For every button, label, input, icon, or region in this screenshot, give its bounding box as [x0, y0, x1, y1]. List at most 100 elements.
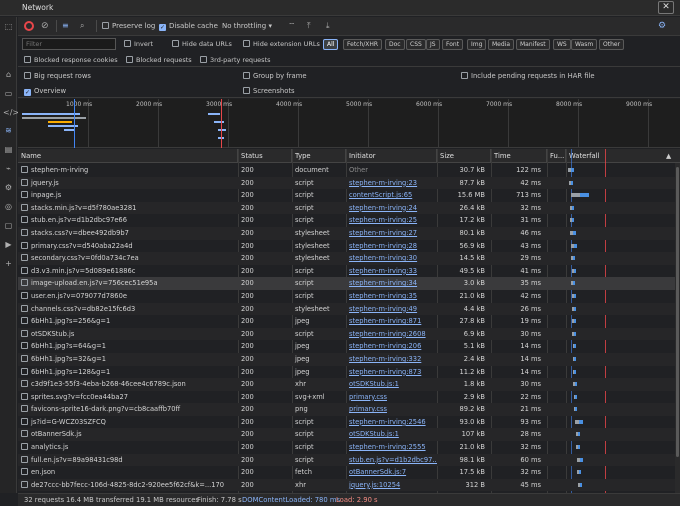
request-initiator[interactable]: jquery.js:10254	[346, 479, 437, 492]
table-row[interactable]: otBannerSdk.js 200 script otSDKStub.js:1 107…	[18, 428, 680, 442]
col-fulfilled[interactable]: Fu...	[547, 149, 566, 163]
table-scrollbar[interactable]	[675, 163, 680, 493]
hide-ext-urls-checkbox[interactable]: Hide extension URLs	[243, 39, 320, 50]
request-initiator[interactable]: stephen-m-irving:23	[346, 177, 437, 190]
col-name[interactable]: Name	[18, 149, 238, 163]
table-row[interactable]: stacks.min.js?v=d5f780ae3281 200 script ste…	[18, 201, 680, 215]
application-icon[interactable]: ◎	[3, 201, 14, 212]
request-initiator[interactable]: stephen-m-irving:34	[346, 277, 437, 290]
lighthouse-icon[interactable]: ▶	[3, 239, 14, 250]
invert-checkbox[interactable]: Invert	[124, 39, 153, 50]
gear-icon[interactable]: ⚙	[658, 20, 666, 32]
table-row[interactable]: 6bHh1.jpg?s=64&g=1 200 jpeg stephen-m-irvin…	[18, 340, 680, 353]
gear-icon[interactable]: ⚙	[3, 182, 14, 193]
request-initiator[interactable]: stephen-m-irving:2546	[346, 416, 437, 429]
request-initiator[interactable]: stephen-m-irving:49	[346, 303, 437, 316]
type-filter-wasm[interactable]: Wasm	[571, 39, 598, 50]
type-filter-all[interactable]: All	[323, 39, 339, 50]
record-button[interactable]	[24, 21, 34, 31]
request-initiator[interactable]: stephen-m-irving:27	[346, 227, 437, 240]
table-row[interactable]: sprites.svg?v=fcc0ea44ba27 200 svg+xml prim…	[18, 391, 680, 404]
type-filter-css[interactable]: CSS	[406, 39, 426, 50]
request-initiator[interactable]: stephen-m-irving:28	[346, 240, 437, 253]
type-filter-js[interactable]: JS	[426, 39, 440, 50]
console-icon[interactable]: ▭	[3, 88, 14, 99]
overview-timeline[interactable]: 1000 ms 2000 ms 3000 ms 4000 ms 5000 ms 6000 …	[18, 99, 680, 148]
sources-icon[interactable]: </>	[3, 107, 19, 118]
request-initiator[interactable]: stephen-m-irving:24	[346, 202, 437, 215]
type-filter-font[interactable]: Font	[442, 39, 464, 50]
scrollbar-thumb[interactable]	[676, 167, 679, 457]
more-tools-icon[interactable]: +	[3, 258, 14, 269]
type-filter-img[interactable]: Img	[467, 39, 487, 50]
request-initiator[interactable]: stephen-m-irving:33	[346, 265, 437, 278]
throttling-select[interactable]: No throttling ▾	[222, 20, 272, 32]
filter-icon[interactable]: ≡	[62, 20, 69, 32]
table-row[interactable]: stacks.css?v=dbee492db9b7 200 stylesheet st…	[18, 226, 680, 240]
request-initiator[interactable]: contentScript.js:65	[346, 189, 437, 202]
type-filter-fetch[interactable]: Fetch/XHR	[343, 39, 383, 50]
request-initiator[interactable]: otSDKStub.js:1	[346, 428, 437, 441]
type-filter-doc[interactable]: Doc	[385, 39, 405, 50]
table-row[interactable]: channels.css?v=db82e15fc6d3 200 stylesheet…	[18, 302, 680, 316]
table-row[interactable]: image-upload.en.js?v=756cec51e95a 200 scri…	[18, 277, 680, 290]
request-initiator[interactable]: stephen-m-irving:35	[346, 290, 437, 303]
network-wifi-icon[interactable]: ≋	[3, 125, 14, 136]
memory-icon[interactable]: ⌁	[3, 163, 14, 174]
search-icon[interactable]: ⌕	[80, 20, 84, 32]
request-initiator[interactable]: stephen-m-irving:2608	[346, 328, 437, 341]
request-initiator[interactable]: otSDKStub.js:1	[346, 378, 437, 391]
group-frame-checkbox[interactable]: Group by frame	[243, 71, 307, 81]
request-initiator[interactable]: primary.css	[346, 403, 437, 416]
upload-har-icon[interactable]: ⤒	[307, 20, 311, 32]
request-initiator[interactable]: primary.css	[346, 391, 437, 404]
overview-checkbox[interactable]: Overview	[24, 86, 66, 96]
home-icon[interactable]: ⌂	[3, 69, 14, 80]
filter-input[interactable]	[22, 38, 116, 50]
table-row[interactable]: full.en.js?v=89a98431c98d 200 script stub.e…	[18, 453, 680, 467]
screenshots-checkbox[interactable]: Screenshots	[243, 86, 295, 96]
request-initiator[interactable]: stephen-m-irving:2555	[346, 441, 437, 454]
performance-icon[interactable]: ▤	[3, 144, 14, 155]
type-filter-ws[interactable]: WS	[553, 39, 571, 50]
download-har-icon[interactable]: ⤓	[326, 20, 330, 32]
request-initiator[interactable]: stephen-m-irving:873	[346, 366, 437, 379]
table-row[interactable]: jquery.js 200 script stephen-m-irving:23 87.…	[18, 176, 680, 190]
table-row[interactable]: primary.css?v=d540aba22a4d 200 stylesheet s…	[18, 240, 680, 253]
col-status[interactable]: Status	[238, 149, 292, 163]
request-initiator[interactable]: stephen-m-irving:25	[346, 214, 437, 227]
col-initiator[interactable]: Initiator	[346, 149, 437, 163]
table-row[interactable]: js?id=G-WCZ03SZFCQ 200 script stephen-m-irv…	[18, 416, 680, 429]
type-filter-media[interactable]: Media	[488, 39, 515, 50]
table-row[interactable]: 6bHh1.jpg?s=32&g=1 200 jpeg stephen-m-irvin…	[18, 352, 680, 366]
close-button[interactable]: ✕	[658, 1, 674, 14]
table-row[interactable]: 6bHh1.jpg?s=128&g=1 200 jpeg stephen-m-irvi…	[18, 366, 680, 379]
security-icon[interactable]: ▢	[3, 220, 14, 231]
request-initiator[interactable]: stephen-m-irving:871	[346, 315, 437, 328]
table-row[interactable]: analytics.js 200 script stephen-m-irving:25…	[18, 441, 680, 454]
table-row[interactable]: d3.v3.min.js?v=5d089e61886c 200 script step…	[18, 265, 680, 278]
table-row[interactable]: c3d9f1e3-55f3-4eba-b268-46cee4c6789c.jso…	[18, 378, 680, 391]
hide-data-urls-checkbox[interactable]: Hide data URLs	[172, 39, 232, 50]
type-filter-manifest[interactable]: Manifest	[516, 39, 550, 50]
big-rows-checkbox[interactable]: Big request rows	[24, 71, 91, 81]
col-type[interactable]: Type	[292, 149, 346, 163]
table-row[interactable]: stephen-m-irving 200 document Other 30.7 kB 1…	[18, 164, 680, 177]
request-initiator[interactable]: stephen-m-irving:30	[346, 252, 437, 265]
table-row[interactable]: 6bHh1.jpg?s=256&g=1 200 jpeg stephen-m-irvi…	[18, 315, 680, 328]
table-row[interactable]: user.en.js?v=079077d7860e 200 script stephe…	[18, 290, 680, 303]
third-party-checkbox[interactable]: 3rd-party requests	[200, 55, 271, 66]
clear-icon[interactable]: ⊘	[41, 20, 49, 32]
table-row[interactable]: otSDKStub.js 200 script stephen-m-irving:26…	[18, 327, 680, 341]
table-row[interactable]: stub.en.js?v=d1b2dbc97e66 200 script stephe…	[18, 214, 680, 227]
inspect-icon[interactable]: ⬚	[3, 21, 14, 32]
table-row[interactable]: de27ccc-bb7fecc-106d-4825-8dc2-920ee5f62…	[18, 478, 680, 492]
col-size[interactable]: Size	[437, 149, 491, 163]
request-initiator[interactable]: stub.en.js?v=d1b2dbc97...	[346, 454, 437, 467]
preserve-log-checkbox[interactable]: Preserve log	[102, 20, 155, 32]
blocked-requests-checkbox[interactable]: Blocked requests	[126, 55, 192, 66]
request-initiator[interactable]: stephen-m-irving:332	[346, 353, 437, 366]
col-time[interactable]: Time	[491, 149, 547, 163]
table-row[interactable]: en.json 200 fetch otBannerSdk.js:7 17.5 kB 32…	[18, 466, 680, 479]
network-conditions-icon[interactable]: ⌔	[288, 20, 296, 32]
